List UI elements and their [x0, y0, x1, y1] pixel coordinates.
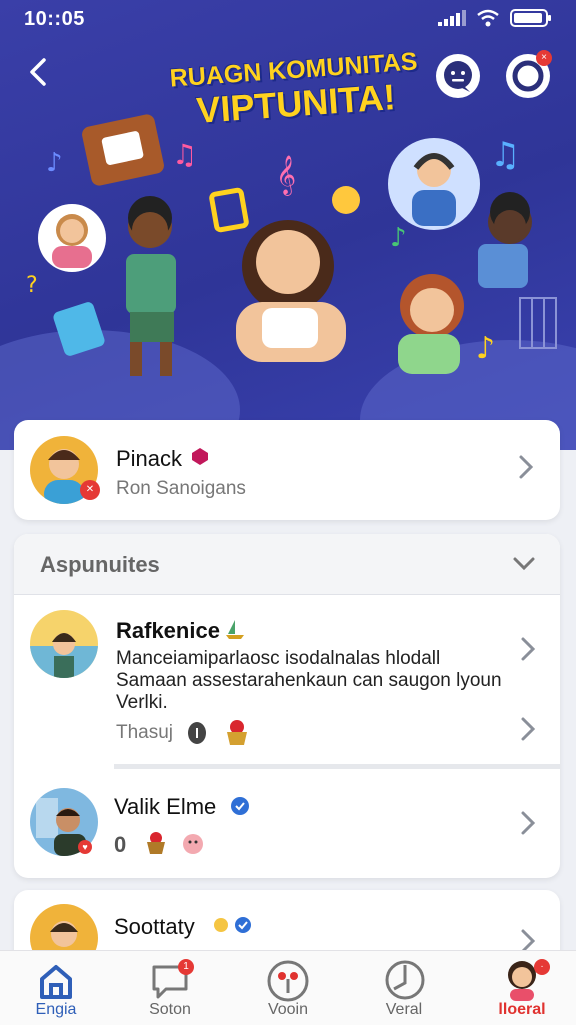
avatar [30, 610, 98, 678]
profile-name: Pinack [116, 446, 183, 471]
cupcake-icon[interactable] [224, 718, 250, 751]
tab-label: Veral [385, 1001, 423, 1018]
profile-photo-icon [30, 633, 98, 678]
section-header[interactable]: Aspunuites [14, 534, 560, 594]
list-item[interactable]: ♥ Valik Elme 0 [14, 770, 560, 876]
signal-icon [438, 10, 466, 26]
post-author: Soottaty [114, 914, 195, 939]
treble-clef-icon: 𝄞 [276, 155, 296, 196]
community-illustration: ♪ ♫ 𝄞 ♫ ♪ ♪ ? [26, 114, 557, 376]
verified-icon [234, 916, 252, 939]
tab-label: Engia [35, 1001, 77, 1018]
gift-icon [53, 302, 105, 356]
music-note-icon: ♪ [476, 331, 495, 366]
tab-chat[interactable]: 1 Soton [120, 957, 220, 1023]
post-body-line2: Samaan assestarahenkaun can saugon lyoun [116, 670, 502, 691]
divider [114, 764, 560, 769]
chat-bot-button[interactable] [436, 54, 480, 98]
emoji-icon [332, 186, 360, 214]
divider [14, 594, 560, 595]
profile-card[interactable]: ✕ Pinack Ron Sanoigans [14, 420, 560, 520]
face-reaction-icon[interactable] [180, 832, 206, 861]
tab-voice[interactable]: Vooin [238, 957, 338, 1023]
chevron-right-icon [520, 810, 536, 843]
home-icon [40, 965, 72, 999]
post-author: Valik Elme [114, 794, 217, 819]
chevron-right-icon [520, 636, 536, 669]
verified-icon [230, 796, 250, 821]
post-meta: 0 [114, 832, 127, 857]
sun-icon [210, 914, 232, 941]
hero-banner: 10::05 RUAGN KOMUNITAS VIPTUNITA! × ♪ ♫ … [0, 0, 576, 450]
status-bar: 10::05 [0, 0, 576, 36]
chevron-right-icon [520, 716, 536, 749]
post-meta: Thasuj [116, 722, 174, 743]
chevron-right-icon [518, 454, 534, 487]
wifi-icon [477, 9, 499, 27]
frame-icon [209, 187, 249, 233]
post-body-line3: Verlki. [116, 692, 168, 713]
battery-icon [510, 9, 551, 27]
tv-bag-icon [82, 114, 164, 186]
post-body-line1: Manceiamiparlaosc isodalnalas hlodall [116, 648, 441, 669]
list-item[interactable]: Rafkenice Manceiamiparlaosc isodalnalas … [14, 596, 560, 764]
status-icons [438, 9, 552, 27]
community-section: Aspunuites Rafkenice Manceiamiparlaosc i… [14, 534, 560, 878]
question-mark-icon: ? [26, 273, 38, 298]
chevron-left-icon [30, 58, 46, 86]
tab-label: lloeral [498, 1001, 546, 1018]
tab-label: Vooin [267, 1001, 309, 1018]
camera-button[interactable]: × [506, 50, 552, 98]
section-title: Aspunuites [40, 552, 160, 577]
music-note-icon: ♫ [172, 138, 197, 171]
music-icon [385, 960, 425, 1000]
back-button[interactable] [26, 56, 56, 92]
cupcake-icon[interactable] [144, 830, 168, 861]
building-icon [519, 297, 557, 349]
post-author: Rafkenice [116, 618, 220, 643]
sailboat-icon [224, 618, 246, 645]
status-time: 10::05 [24, 8, 85, 30]
reaction-icon[interactable] [186, 720, 208, 751]
music-note-icon: ♪ [390, 223, 407, 253]
bottom-tab-bar: Engia 1 Soton Vooin Veral · lloeral [0, 950, 576, 1025]
tab-profile[interactable]: · lloeral [472, 957, 572, 1023]
tab-home[interactable]: Engia [6, 957, 106, 1023]
avatar-status-badge: ✕ [80, 480, 100, 500]
chat-face-icon [444, 61, 472, 92]
avatar-status-badge: ♥ [78, 840, 92, 854]
chevron-down-icon[interactable] [512, 556, 536, 577]
music-note-icon: ♫ [490, 135, 520, 175]
profile-badge: · [534, 959, 550, 975]
gem-icon [190, 446, 210, 471]
voice-icon [267, 960, 309, 1002]
chat-badge: 1 [178, 959, 194, 975]
tab-music[interactable]: Veral [354, 957, 454, 1023]
tab-label: Soton [149, 1001, 191, 1018]
music-note-icon: ♪ [46, 148, 63, 178]
profile-subtitle: Ron Sanoigans [116, 478, 246, 499]
camera-badge: × [536, 50, 552, 66]
